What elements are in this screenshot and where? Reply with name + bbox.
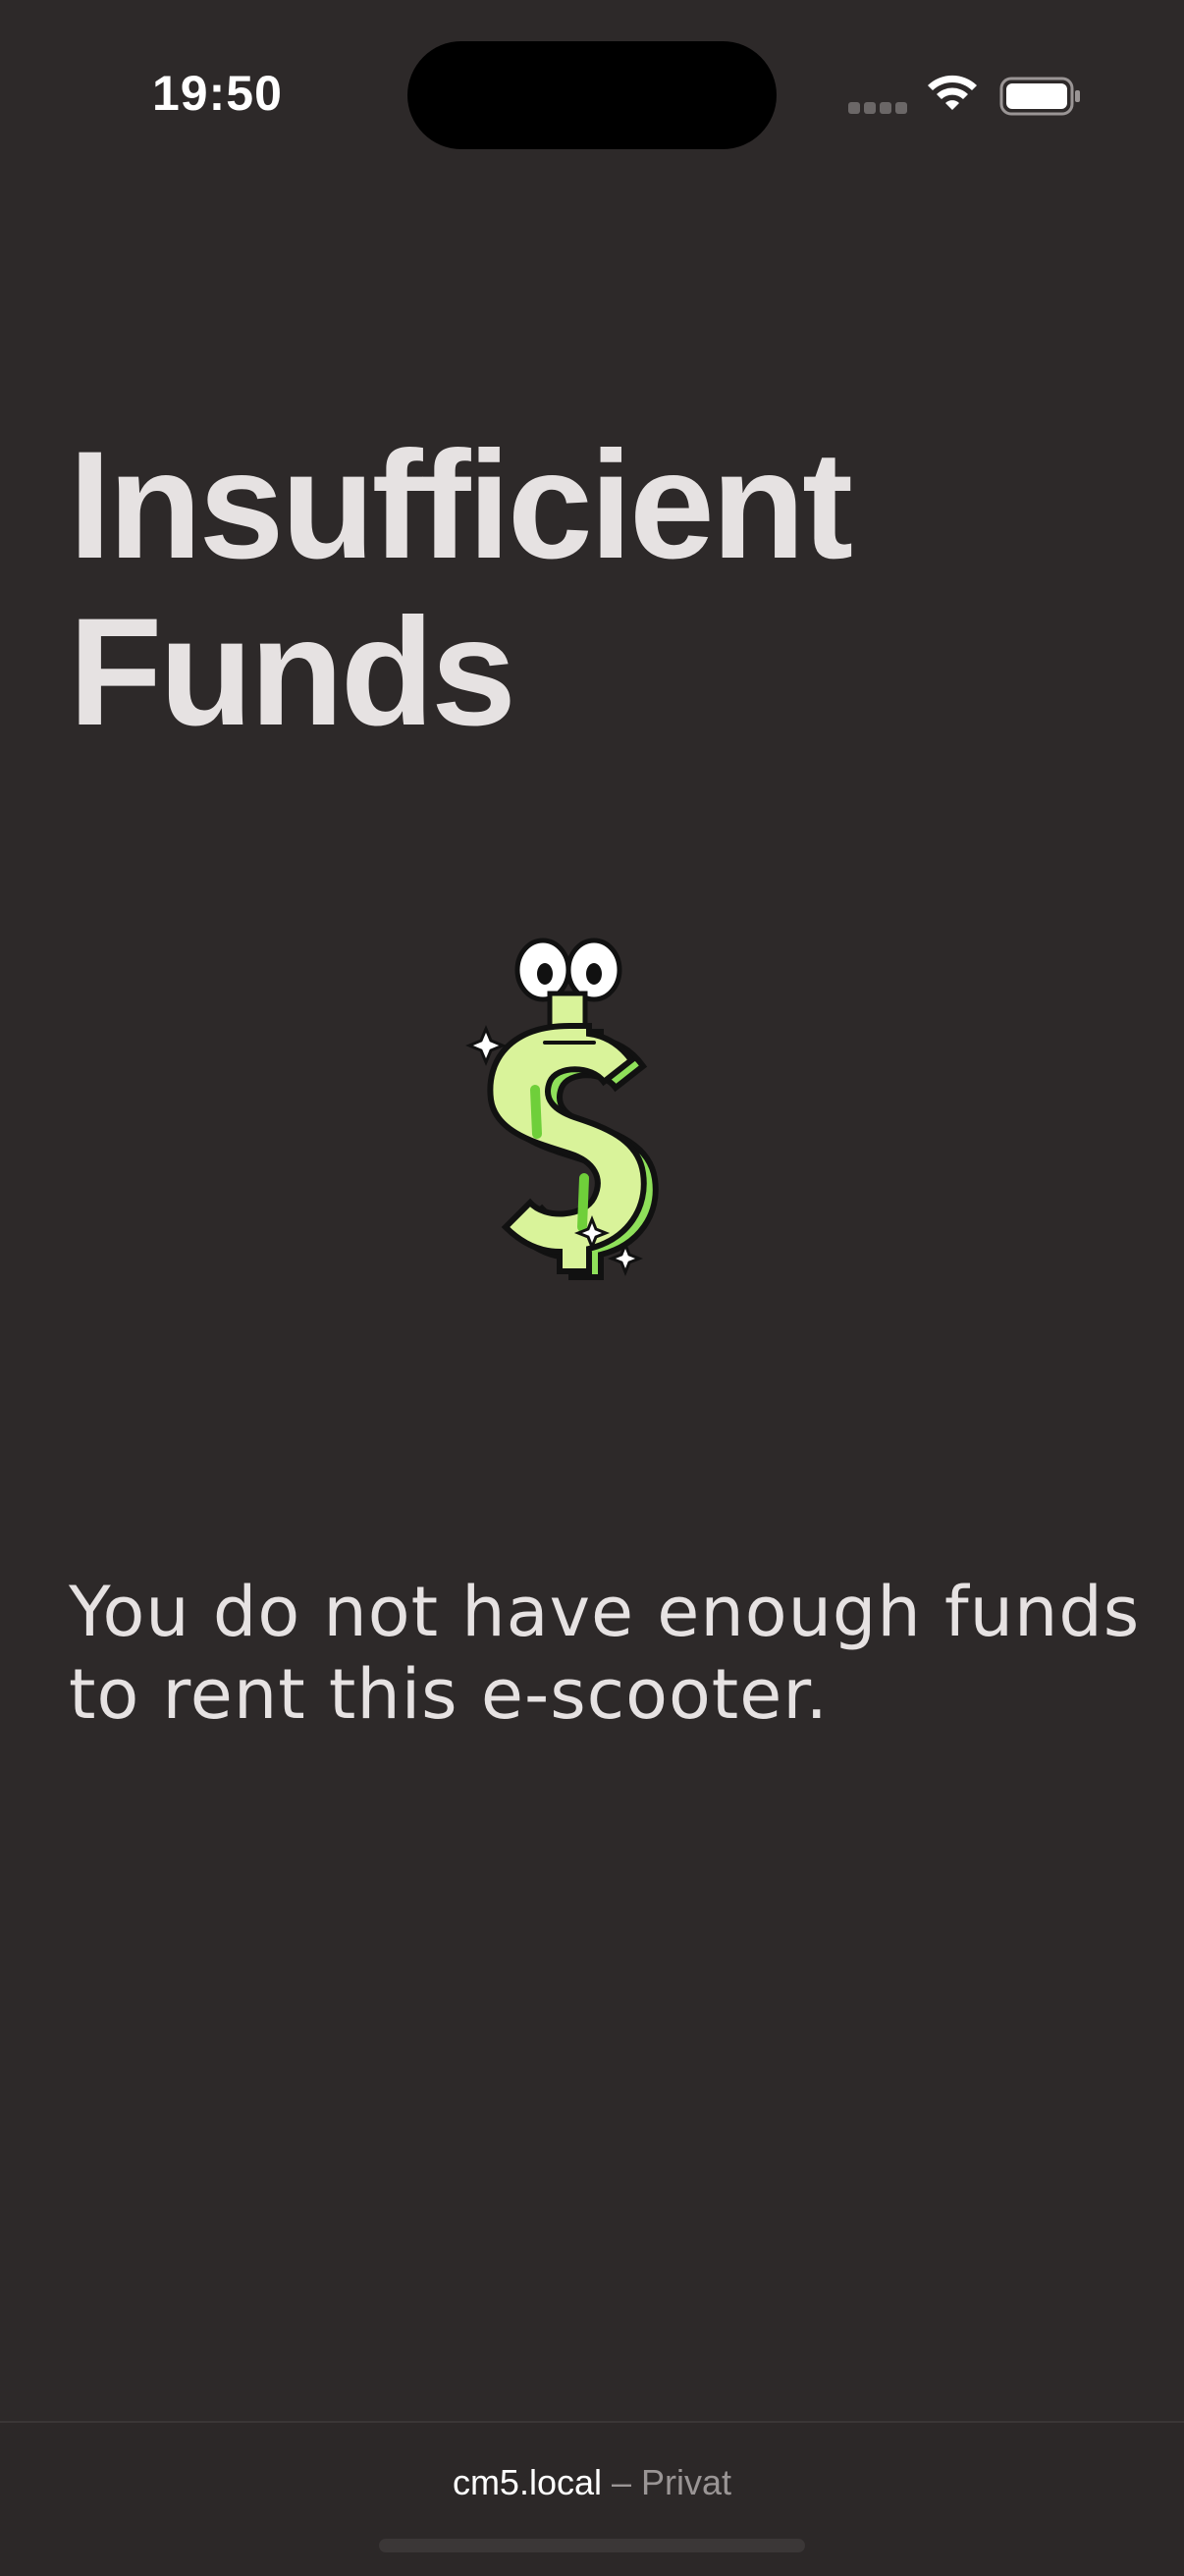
url-separator: –: [602, 2462, 642, 2502]
signal-icon: [848, 102, 907, 116]
url-line[interactable]: cm5.local – Privat: [0, 2462, 1184, 2503]
battery-icon: [999, 77, 1080, 116]
browsing-mode-label: Privat: [641, 2462, 732, 2502]
insufficient-funds-message: You do not have enough funds to rent thi…: [69, 1572, 1141, 1735]
browser-address-bar[interactable]: cm5.local – Privat: [0, 2421, 1184, 2576]
page-title: Insufficient Funds: [69, 420, 853, 758]
dollar-sign-cartoon-icon: [465, 938, 659, 1280]
wifi-icon: [928, 75, 977, 110]
url-host: cm5.local: [452, 2462, 602, 2502]
dynamic-island: [407, 41, 777, 149]
status-bar: 19:50: [0, 0, 1184, 196]
status-time: 19:50: [152, 66, 283, 121]
home-indicator[interactable]: [379, 2539, 805, 2552]
